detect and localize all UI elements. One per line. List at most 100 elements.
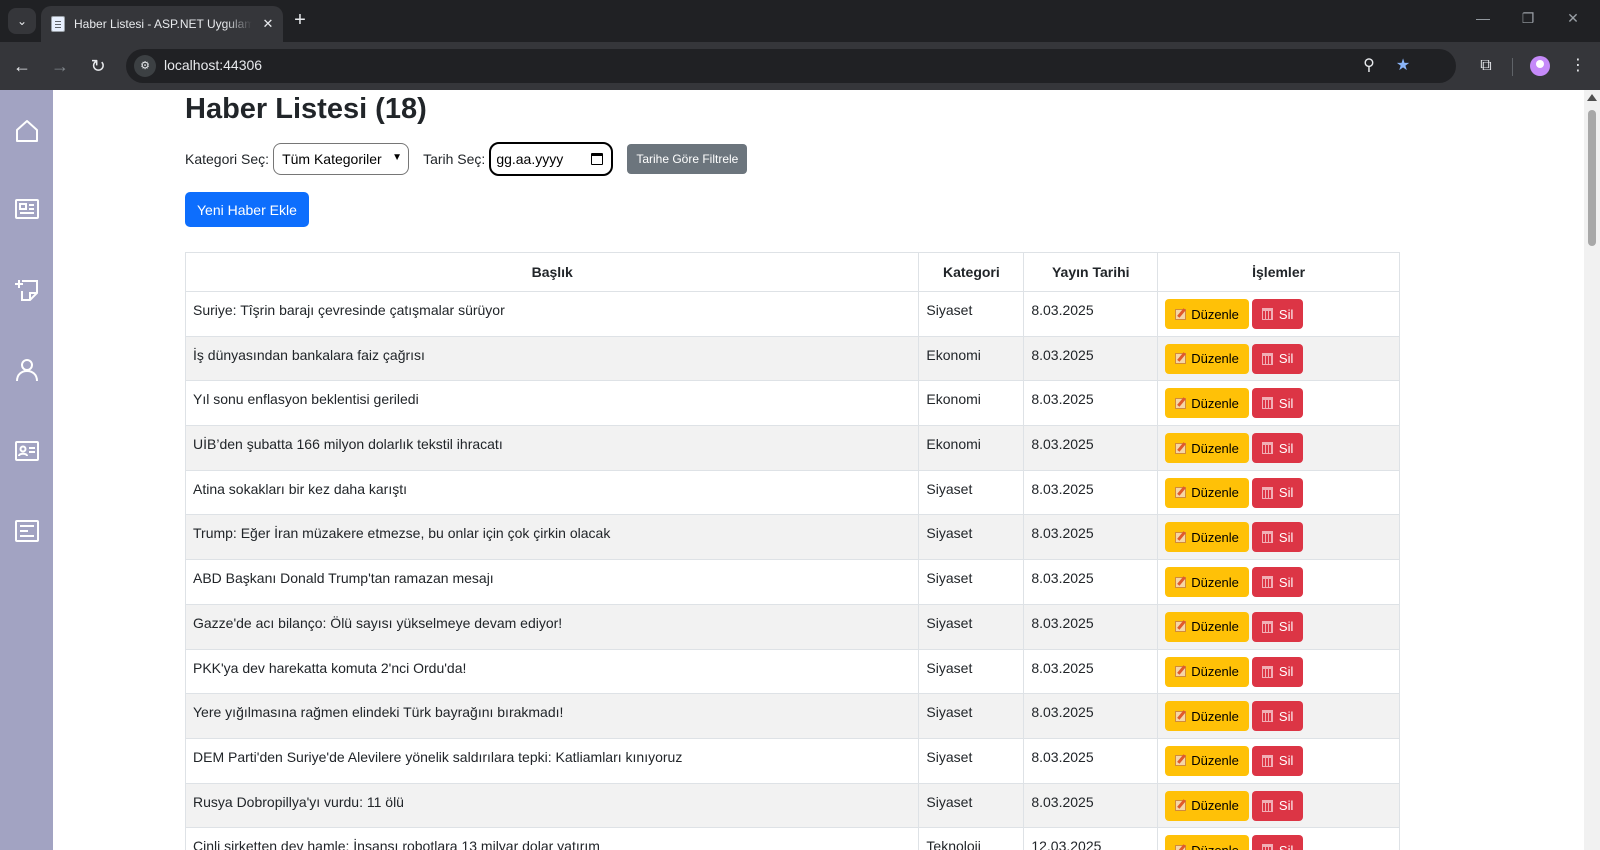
news-title-cell: Trump: Eğer İran müzakere etmezse, bu on… (184, 514, 920, 561)
bookmark-star-icon[interactable]: ★ (1392, 55, 1414, 77)
news-actions-cell: Düzenle Sil (1157, 380, 1400, 427)
news-actions-cell: Düzenle Sil (1157, 559, 1400, 605)
delete-button[interactable]: Sil (1251, 388, 1304, 419)
id-card-icon[interactable] (14, 438, 40, 464)
news-category-cell: Siyaset (918, 469, 1025, 516)
restore-icon[interactable]: ❐ (1518, 10, 1538, 27)
edit-button[interactable]: Düzenle (1165, 835, 1249, 850)
tab-title: Haber Listesi - ASP.NET Uygulaması (74, 17, 252, 31)
calendar-icon[interactable] (591, 153, 604, 165)
delete-button[interactable]: Sil (1251, 299, 1304, 329)
delete-button-label: Sil (1278, 306, 1294, 322)
pencil-memo-icon (1175, 755, 1187, 767)
page-title: Haber Listesi (18) (185, 93, 427, 125)
edit-button[interactable]: Düzenle (1165, 701, 1249, 732)
category-select[interactable]: Tüm Kategoriler ▼ (273, 143, 410, 175)
news-category-cell: Siyaset (918, 291, 1025, 337)
address-bar[interactable]: ⚙ localhost:44306 ⚲ ★ (126, 49, 1456, 83)
new-tab-plus-icon[interactable]: + (289, 9, 311, 31)
pencil-memo-icon (1175, 710, 1187, 722)
edit-button[interactable]: Düzenle (1165, 522, 1249, 553)
delete-button[interactable]: Sil (1251, 477, 1304, 508)
forward-arrow-icon[interactable]: → (48, 54, 72, 78)
back-arrow-icon[interactable]: ← (10, 54, 34, 78)
news-category-cell: Ekonomi (918, 380, 1025, 427)
news-actions-cell: Düzenle Sil (1157, 603, 1400, 650)
user-icon[interactable] (14, 357, 40, 383)
column-header-title: Başlık (184, 252, 920, 292)
wastebasket-icon (1261, 576, 1273, 589)
article-icon[interactable] (14, 518, 40, 544)
news-actions-cell: Düzenle Sil (1157, 648, 1400, 695)
table-header-row: Başlık Kategori Yayın Tarihi İşlemler (184, 252, 1400, 292)
delete-button[interactable]: Sil (1251, 701, 1304, 732)
delete-button[interactable]: Sil (1251, 343, 1304, 374)
edit-button[interactable]: Düzenle (1165, 299, 1249, 329)
browser-tab[interactable]: Haber Listesi - ASP.NET Uygulaması ✕ (41, 6, 283, 42)
edit-button[interactable]: Düzenle (1165, 745, 1249, 776)
edit-button-label: Düzenle (1191, 843, 1239, 850)
edit-button[interactable]: Düzenle (1165, 388, 1249, 419)
delete-button[interactable]: Sil (1251, 745, 1304, 776)
url-text[interactable]: localhost:44306 (164, 57, 262, 73)
delete-button[interactable]: Sil (1251, 611, 1304, 642)
edit-button-label: Düzenle (1191, 574, 1239, 590)
edit-button[interactable]: Düzenle (1165, 656, 1249, 687)
toolbar-divider (1512, 58, 1513, 76)
news-title-cell: Suriye: Tîşrin barajı çevresinde çatışma… (184, 291, 920, 337)
delete-button[interactable]: Sil (1251, 656, 1304, 687)
window-close-icon[interactable]: ✕ (1563, 10, 1583, 27)
table-row: Yıl sonu enflasyon beklentisi geriledi Ek… (184, 380, 1400, 427)
profile-avatar-icon[interactable] (1530, 56, 1550, 76)
date-input[interactable]: gg.aa.yyyy (489, 142, 614, 176)
date-input-placeholder: gg.aa.yyyy (496, 151, 564, 167)
news-date-cell: 8.03.2025 (1023, 291, 1159, 337)
reload-icon[interactable]: ↻ (86, 54, 110, 78)
news-actions-cell: Düzenle Sil (1157, 514, 1400, 561)
edit-button[interactable]: Düzenle (1165, 790, 1249, 821)
table-row: Rusya Dobropillya'yı vurdu: 11 ölü Siyase… (184, 782, 1400, 829)
delete-button-label: Sil (1278, 619, 1294, 635)
extensions-puzzle-icon[interactable]: ⧉ (1474, 54, 1498, 78)
news-title-cell: PKK'ya dev harekatta komuta 2'nci Ordu'd… (184, 648, 920, 695)
news-category-cell: Siyaset (918, 603, 1025, 650)
column-header-category: Kategori (918, 252, 1025, 292)
table-row: Trump: Eğer İran müzakere etmezse, bu on… (184, 514, 1400, 561)
add-note-icon[interactable] (14, 277, 40, 303)
news-category-cell: Ekonomi (918, 335, 1025, 382)
newspaper-icon[interactable] (14, 196, 40, 222)
menu-kebab-icon[interactable]: ⋮ (1566, 54, 1590, 78)
pencil-memo-icon (1175, 353, 1187, 365)
news-title-cell: UİB’den şubatta 166 milyon dolarlık teks… (184, 425, 920, 471)
edit-button[interactable]: Düzenle (1165, 433, 1249, 464)
table-row: ABD Başkanı Donald Trump'tan ramazan mes… (184, 559, 1400, 605)
pencil-memo-icon (1175, 531, 1187, 543)
delete-button[interactable]: Sil (1251, 433, 1304, 464)
news-actions-cell: Düzenle Sil (1157, 737, 1400, 784)
home-icon[interactable] (14, 118, 40, 144)
page-scrollbar[interactable] (1584, 90, 1600, 850)
minimize-icon[interactable]: — (1473, 10, 1493, 26)
delete-button[interactable]: Sil (1251, 522, 1304, 553)
delete-button[interactable]: Sil (1251, 835, 1304, 850)
scroll-thumb[interactable] (1588, 110, 1596, 246)
edit-button[interactable]: Düzenle (1165, 611, 1249, 642)
zoom-icon[interactable]: ⚲ (1358, 55, 1380, 77)
news-actions-cell: Düzenle Sil (1157, 335, 1400, 382)
edit-button[interactable]: Düzenle (1165, 343, 1249, 374)
tab-search-chevron-icon[interactable]: ⌄ (8, 8, 36, 34)
edit-button[interactable]: Düzenle (1165, 477, 1249, 508)
news-title-cell: Gazze'de acı bilanço: Ölü sayısı yükselm… (184, 603, 920, 650)
delete-button[interactable]: Sil (1251, 567, 1304, 598)
filter-by-date-button[interactable]: Tarihe Göre Filtrele (627, 144, 748, 174)
delete-button[interactable]: Sil (1251, 790, 1304, 821)
news-actions-cell: Düzenle Sil (1157, 425, 1400, 471)
table-row: Atina sokakları bir kez daha karıştı Siya… (184, 469, 1400, 516)
tab-close-icon[interactable]: ✕ (260, 16, 276, 32)
site-info-icon[interactable]: ⚙ (134, 55, 156, 77)
edit-button[interactable]: Düzenle (1165, 567, 1249, 598)
delete-button-label: Sil (1278, 753, 1294, 769)
scroll-up-arrow-icon[interactable] (1587, 94, 1597, 101)
news-title-cell: Yıl sonu enflasyon beklentisi geriledi (184, 380, 920, 427)
add-news-button[interactable]: Yeni Haber Ekle (185, 192, 309, 227)
